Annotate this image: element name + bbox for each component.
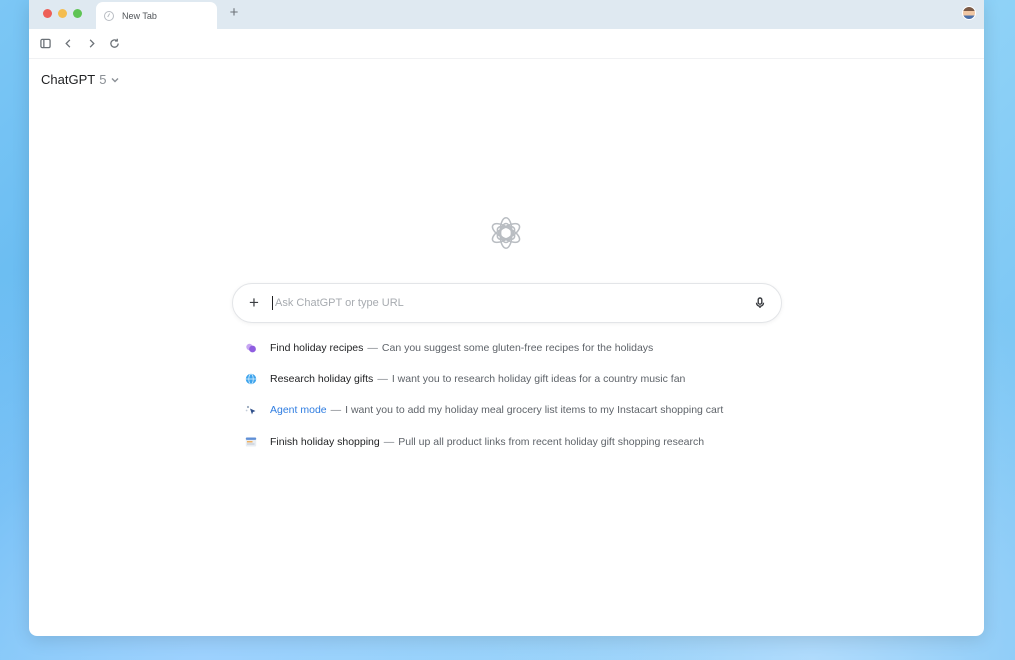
recipe-bubbles-icon xyxy=(245,342,257,354)
suggestion-find-holiday-recipes[interactable]: Find holiday recipes — Can you suggest s… xyxy=(245,340,723,356)
search-input[interactable] xyxy=(272,296,753,310)
tab-new-tab[interactable]: New Tab xyxy=(96,2,217,29)
chevron-left-icon xyxy=(65,39,71,48)
zoom-window-button[interactable] xyxy=(73,9,82,18)
sidebar-toggle-button[interactable] xyxy=(38,36,53,51)
suggestion-separator: — xyxy=(367,342,378,354)
new-tab-button[interactable]: + xyxy=(226,5,242,21)
sidebar-icon xyxy=(40,38,51,49)
suggestion-separator: — xyxy=(383,435,395,448)
search-box: + xyxy=(232,283,782,323)
model-name: ChatGPT xyxy=(41,72,96,87)
suggestion-title: Research holiday gifts xyxy=(270,373,374,386)
suggestion-description: I want you to research holiday gift idea… xyxy=(391,373,686,386)
browser-toolbar xyxy=(29,29,984,59)
browser-window: New Tab + ChatGPT 5 + Ask ChatGPT or typ… xyxy=(29,0,984,636)
model-picker[interactable]: ChatGPT 5 xyxy=(41,72,119,87)
reload-button[interactable] xyxy=(107,36,122,51)
suggestion-separator: — xyxy=(377,373,388,386)
chevron-right-icon xyxy=(89,39,95,48)
compass-icon xyxy=(104,10,114,21)
suggestion-separator: — xyxy=(330,404,342,417)
openai-logo-icon xyxy=(487,214,525,252)
tab-bar: New Tab + xyxy=(29,0,984,29)
back-button[interactable] xyxy=(61,36,76,51)
tab-label: New Tab xyxy=(122,10,157,21)
minimize-window-button[interactable] xyxy=(58,9,67,18)
window-controls xyxy=(43,9,82,18)
close-window-button[interactable] xyxy=(43,9,52,18)
suggestion-description: Can you suggest some gluten-free recipes… xyxy=(381,342,654,354)
model-version: 5 xyxy=(99,72,107,87)
microphone-icon xyxy=(755,297,765,308)
voice-input-button[interactable] xyxy=(753,296,767,310)
browser-window-icon xyxy=(245,436,257,448)
suggestion-list: Find holiday recipes — Can you suggest s… xyxy=(245,340,723,465)
suggestion-title: Finish holiday shopping xyxy=(270,435,380,448)
profile-avatar[interactable] xyxy=(962,6,976,20)
forward-button[interactable] xyxy=(84,36,99,51)
suggestion-description: Pull up all product links from recent ho… xyxy=(398,435,705,448)
suggestion-description: I want you to add my holiday meal grocer… xyxy=(345,404,724,417)
add-attachment-button[interactable]: + xyxy=(247,294,261,311)
suggestion-title: Agent mode xyxy=(270,404,327,417)
suggestion-finish-holiday-shopping[interactable]: Finish holiday shopping — Pull up all pr… xyxy=(245,434,723,450)
chevron-down-icon xyxy=(111,72,119,87)
globe-icon xyxy=(245,373,257,385)
suggestion-agent-mode[interactable]: Agent mode — I want you to add my holida… xyxy=(245,402,723,418)
reload-icon xyxy=(110,38,119,48)
suggestion-title: Find holiday recipes xyxy=(270,342,364,354)
agent-cursor-icon xyxy=(245,404,257,416)
suggestion-research-holiday-gifts[interactable]: Research holiday gifts — I want you to r… xyxy=(245,371,723,387)
